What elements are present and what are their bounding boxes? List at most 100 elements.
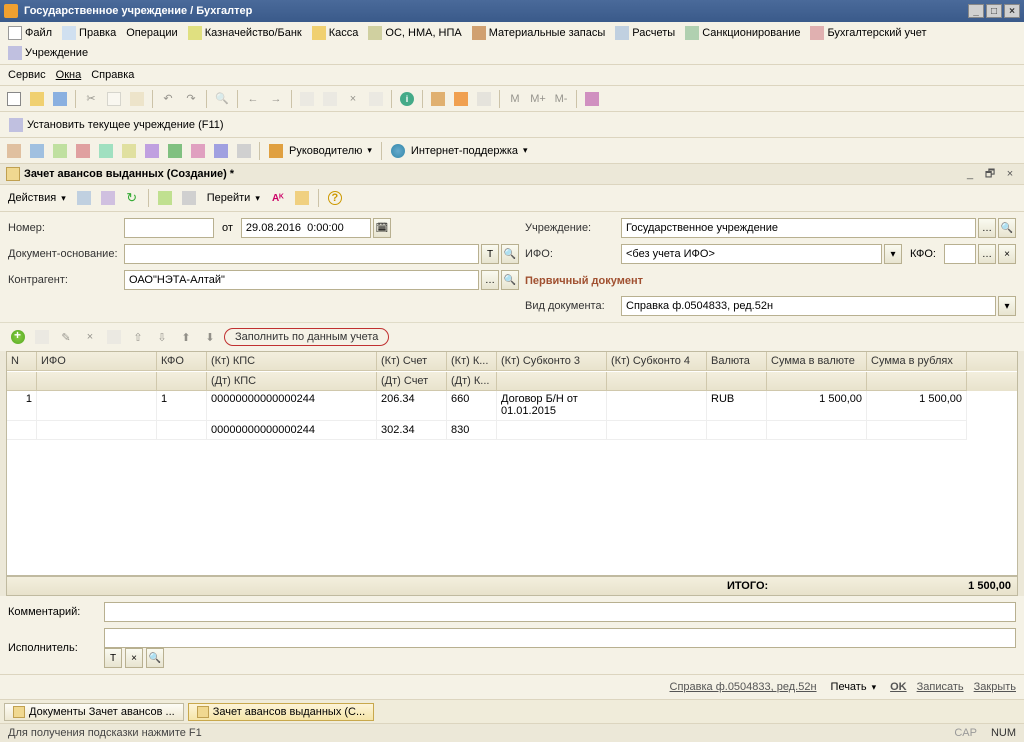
calendar-button[interactable] [451,89,471,109]
save-button[interactable] [50,89,70,109]
ifo-input[interactable] [621,244,882,264]
number-input[interactable] [124,218,214,238]
sort-desc-button[interactable]: ⬇ [200,327,220,347]
menu-file[interactable]: Файл [4,24,56,42]
paste-button[interactable] [127,89,147,109]
copy-button[interactable] [104,89,124,109]
calculator-button[interactable] [428,89,448,109]
ok-button[interactable]: OK [890,681,907,693]
tb-btn-3[interactable]: × [343,89,363,109]
doc-tb-3[interactable] [179,188,199,208]
kfo-select-button[interactable]: … [978,244,996,264]
window-tab-1[interactable]: Документы Зачет авансов ... [4,703,184,721]
doc-tb-5[interactable] [292,188,312,208]
th-sumrub[interactable]: Сумма в рублях [867,352,967,371]
sc-6[interactable] [119,141,139,161]
docbase-search-button[interactable]: 🔍 [501,244,519,264]
new-button[interactable] [4,89,24,109]
tt-1[interactable] [104,327,124,347]
move-down-button[interactable]: ⇩ [152,327,172,347]
menu-operations[interactable]: Операции [122,25,181,41]
mplus-button[interactable]: M+ [528,89,548,109]
th-sumcur[interactable]: Сумма в валюте [767,352,867,371]
save-button[interactable]: Записать [917,681,964,693]
executor-search-button[interactable]: 🔍 [146,648,164,668]
menu-edit[interactable]: Правка [58,24,120,42]
open-button[interactable] [27,89,47,109]
doctype-input[interactable] [621,296,996,316]
set-institution-button[interactable]: Установить текущее учреждение (F11) [4,115,229,135]
sc-4[interactable] [73,141,93,161]
sc-11[interactable] [234,141,254,161]
actions-dropdown[interactable]: Действия [4,190,70,206]
sort-asc-button[interactable]: ⬆ [176,327,196,347]
kfo-clear-button[interactable]: × [998,244,1016,264]
cut-button[interactable]: ✂ [81,89,101,109]
menu-windows[interactable]: Окна [52,67,86,83]
find-button[interactable]: 🔍 [212,89,232,109]
comment-input[interactable] [104,602,1016,622]
docbase-input[interactable] [124,244,479,264]
leader-dropdown[interactable]: Руководителю [265,142,376,160]
th-kps-dt[interactable]: (Дт) КПС [207,372,377,391]
ifo-dropdown-button[interactable]: ▾ [884,244,902,264]
sc-1[interactable] [4,141,24,161]
executor-input[interactable] [104,628,1016,648]
date-input[interactable] [241,218,371,238]
restore-button[interactable]: □ [986,4,1002,18]
menu-institution[interactable]: Учреждение [4,44,92,62]
institution-input[interactable] [621,218,976,238]
support-dropdown[interactable]: Интернет-поддержка [387,142,532,160]
sc-8[interactable] [165,141,185,161]
table-row[interactable]: 00000000000000244 302.34 830 [7,421,1017,440]
menu-calc[interactable]: Расчеты [611,24,679,42]
sc-9[interactable] [188,141,208,161]
doc-help-button[interactable]: ? [325,188,345,208]
th-n[interactable]: N [7,352,37,371]
doctype-dropdown-button[interactable]: ▾ [998,296,1016,316]
help-button[interactable]: i [397,89,417,109]
sc-5[interactable] [96,141,116,161]
th-acc-dt[interactable]: (Дт) Счет [377,372,447,391]
window-tab-2[interactable]: Зачет авансов выданных (С... [188,703,374,721]
table-row[interactable]: 1 1 00000000000000244 206.34 660 Договор… [7,390,1017,421]
sc-10[interactable] [211,141,231,161]
kfo-input[interactable] [944,244,976,264]
tb-btn-2[interactable] [320,89,340,109]
menu-sanctions[interactable]: Санкционирование [681,24,804,42]
th-ifo[interactable]: ИФО [37,352,157,371]
edit-row-button[interactable]: ✎ [56,327,76,347]
th-cur[interactable]: Валюта [707,352,767,371]
panel-close[interactable]: × [1002,167,1018,181]
close-button[interactable]: × [1004,4,1020,18]
redo-button[interactable]: ↷ [181,89,201,109]
menu-service[interactable]: Сервис [4,67,50,83]
tb-btn-5[interactable] [474,89,494,109]
undo-button[interactable]: ↶ [158,89,178,109]
copy-row-button[interactable] [32,327,52,347]
doc-tb-4[interactable]: Aᴷ [268,188,288,208]
fill-button[interactable]: Заполнить по данным учета [224,328,389,346]
doc-tb-2[interactable] [98,188,118,208]
sc-3[interactable] [50,141,70,161]
mminus-button[interactable]: M- [551,89,571,109]
th-sub4[interactable]: (Кт) Субконто 4 [607,352,707,371]
doc-tb-1[interactable] [74,188,94,208]
menu-help[interactable]: Справка [87,67,138,83]
th-kps-kt[interactable]: (Кт) КПС [207,352,377,371]
sc-2[interactable] [27,141,47,161]
tb-btn-4[interactable] [366,89,386,109]
doc-tb-post[interactable] [155,188,175,208]
goto-dropdown[interactable]: Перейти [203,190,264,206]
data-table[interactable]: N ИФО КФО (Кт) КПС (Кт) Счет (Кт) К... (… [6,351,1018,576]
contragent-search-button[interactable]: 🔍 [501,270,519,290]
minimize-button[interactable]: _ [968,4,984,18]
menu-os[interactable]: ОС, НМА, НПА [364,24,465,42]
tb-btn-6[interactable] [582,89,602,109]
print-dropdown[interactable]: Печать [827,679,881,695]
delete-row-button[interactable]: × [80,327,100,347]
contragent-select-button[interactable]: … [481,270,499,290]
nav-fwd-button[interactable]: → [266,89,286,109]
menu-cash[interactable]: Касса [308,24,363,42]
th-sub3[interactable]: (Кт) Субконто 3 [497,352,607,371]
